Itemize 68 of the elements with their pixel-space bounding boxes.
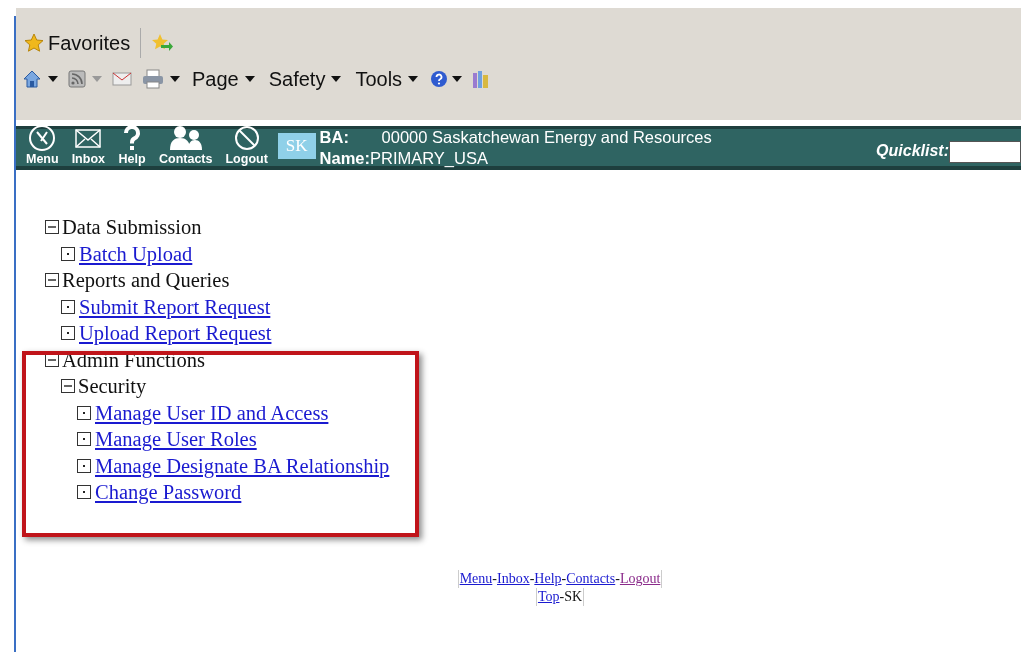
region-badge: SK — [277, 132, 316, 159]
tree-link[interactable]: Batch Upload — [75, 240, 193, 267]
ba-value: 00000 Saskatchewan Energy and Resources — [381, 126, 712, 148]
footer-link[interactable]: Menu — [459, 570, 493, 588]
footer-link[interactable]: Help — [534, 570, 562, 588]
menu-button[interactable]: Tools — [353, 64, 421, 94]
footer-separator: - — [615, 570, 620, 588]
caret-icon[interactable] — [170, 76, 180, 82]
people-icon — [167, 123, 204, 152]
feed-icon — [68, 70, 86, 88]
inbox-button[interactable]: Inbox — [71, 123, 105, 165]
caret-icon[interactable] — [408, 76, 419, 82]
collapse-icon[interactable] — [45, 220, 59, 235]
help-button[interactable] — [430, 70, 463, 88]
footer-link[interactable]: Top — [537, 588, 560, 606]
node-icon[interactable] — [61, 299, 75, 314]
home-button[interactable] — [22, 69, 58, 89]
print-button[interactable] — [142, 69, 180, 89]
tree-link[interactable]: Manage Designate BA Relationship — [91, 452, 390, 479]
logout-button[interactable]: Logout — [225, 123, 268, 165]
menu-button[interactable]: Menu — [26, 123, 59, 165]
tree-group-label: Data Submission — [62, 215, 202, 240]
node-icon[interactable] — [77, 432, 91, 447]
help-icon — [430, 70, 449, 88]
feeds-button[interactable] — [68, 70, 102, 88]
help-button[interactable]: Help — [118, 123, 146, 165]
contacts-button[interactable]: Contacts — [159, 123, 213, 165]
node-icon[interactable] — [77, 405, 91, 420]
footer-separator: - — [561, 570, 567, 588]
favorites-button[interactable]: Favorites — [24, 28, 142, 58]
menu-button[interactable]: Page — [190, 64, 257, 94]
caret-icon[interactable] — [452, 76, 463, 82]
envelope-icon — [112, 71, 132, 87]
books-icon — [472, 69, 491, 89]
printer-icon — [142, 69, 164, 89]
name-value: PRIMARY_USA — [370, 147, 488, 169]
tree-group-label: Security — [78, 374, 147, 400]
tree-link[interactable]: Manage User Roles — [91, 426, 257, 453]
menu-button[interactable]: Safety — [266, 64, 344, 94]
tree-group-label: Reports and Queries — [62, 268, 230, 294]
caret-icon[interactable] — [48, 76, 58, 82]
node-icon[interactable] — [61, 326, 75, 341]
collapse-icon[interactable] — [45, 273, 59, 288]
home-icon — [22, 69, 42, 89]
no-sign-icon — [232, 123, 261, 152]
quicklist-field[interactable] — [949, 141, 1021, 163]
name-label: Name: — [319, 147, 370, 169]
footer-link[interactable]: Inbox — [497, 570, 530, 588]
node-icon[interactable] — [77, 458, 91, 473]
quicklist-label: Quicklist: — [876, 141, 949, 161]
tree-link[interactable]: Manage User ID and Access — [91, 399, 329, 426]
footer-link[interactable]: Logout — [619, 570, 661, 588]
footer-separator: - — [492, 570, 497, 588]
caret-icon[interactable] — [244, 76, 255, 82]
compass-icon — [28, 123, 57, 152]
node-icon[interactable] — [61, 246, 75, 261]
caret-icon[interactable] — [331, 76, 342, 82]
tree-link[interactable]: Change Password — [91, 479, 242, 506]
footer-link[interactable]: Contacts — [566, 570, 616, 588]
ba-label: BA: — [319, 126, 350, 148]
footer-separator: -SK — [559, 588, 583, 606]
footer-separator: - — [529, 570, 535, 588]
mail-button[interactable] — [112, 71, 132, 87]
star-icon — [24, 33, 44, 53]
tree-link[interactable]: Upload Report Request — [75, 320, 272, 347]
collapse-icon[interactable] — [61, 379, 75, 394]
node-icon[interactable] — [77, 485, 91, 500]
tree-link[interactable]: Submit Report Request — [75, 293, 271, 320]
